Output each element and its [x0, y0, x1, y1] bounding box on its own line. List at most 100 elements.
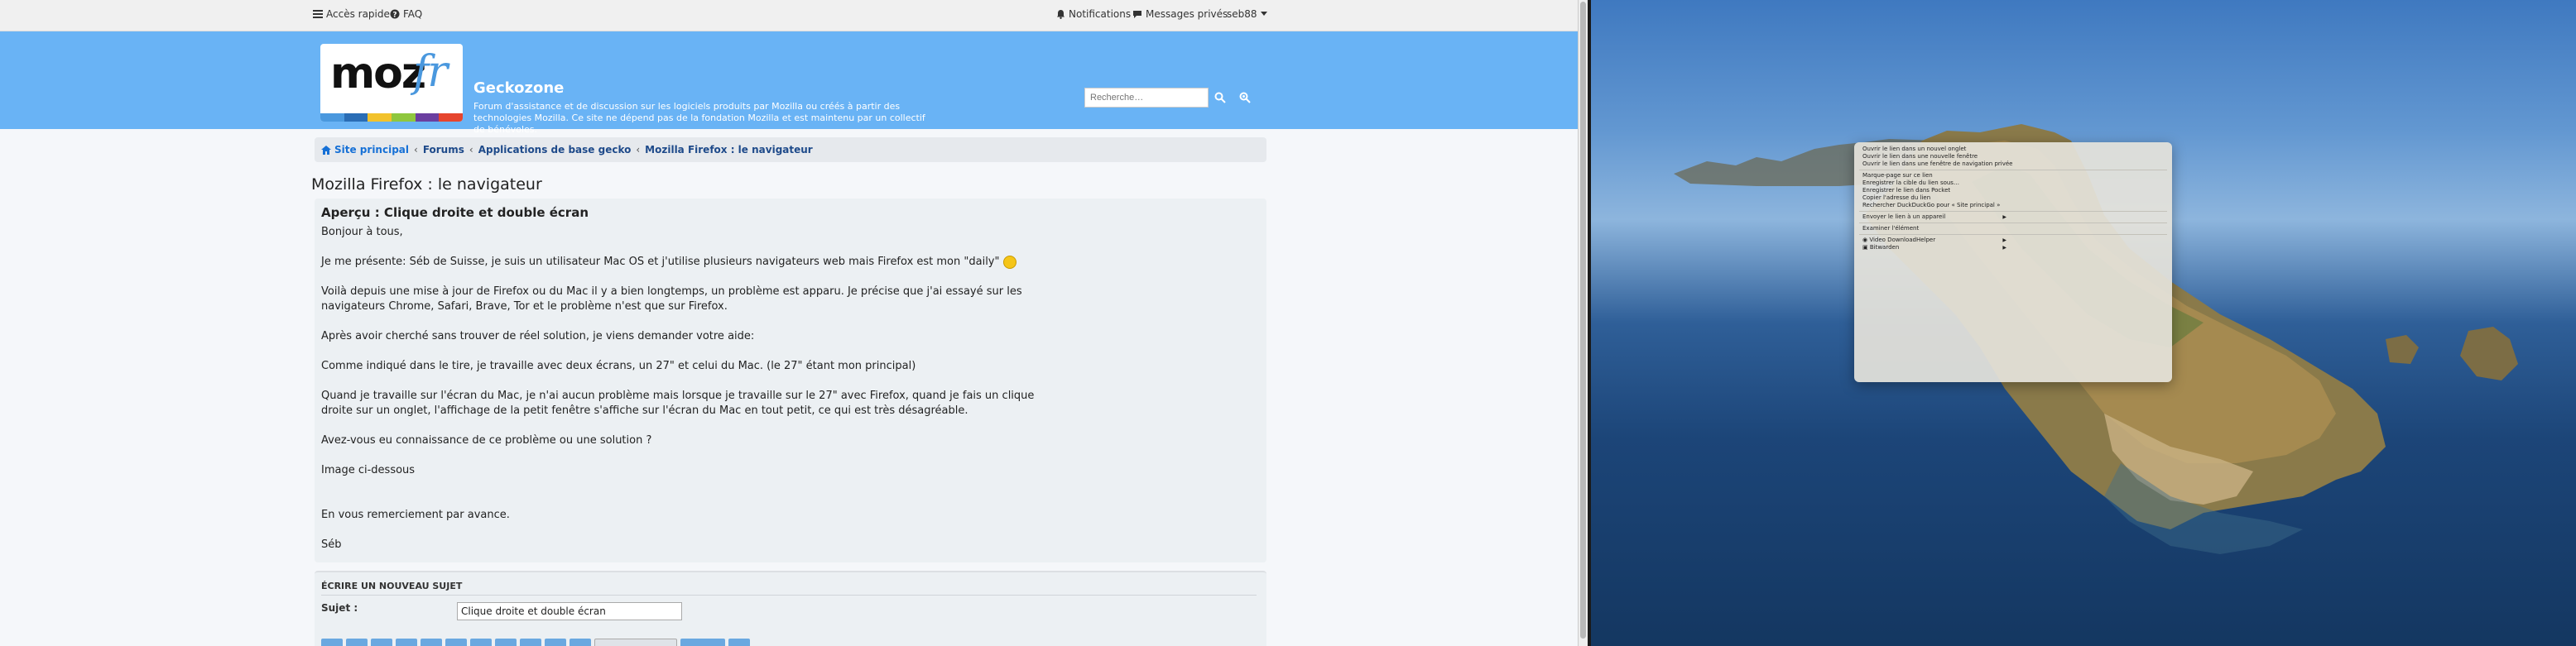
ctx-save-to-pocket[interactable]: Enregistrer le lien dans Pocket — [1854, 187, 2172, 194]
image-button[interactable] — [520, 639, 541, 646]
advanced-search-button[interactable] — [1235, 88, 1255, 108]
ctx-inspect-element[interactable]: Examiner l'élément — [1854, 225, 2172, 232]
font-size-select[interactable] — [594, 639, 677, 646]
search-button[interactable] — [1210, 88, 1230, 108]
home-icon — [321, 145, 331, 155]
more-button[interactable] — [728, 639, 750, 646]
username-label: seb88 — [1227, 8, 1257, 20]
post-paragraph: Après avoir cherché sans trouver de réel… — [321, 330, 755, 342]
ctx-open-new-tab[interactable]: Ouvrir le lien dans un nouvel onglet — [1854, 146, 2172, 153]
reply-heading: Écrire un nouveau sujet — [321, 581, 1257, 596]
search-icon — [1214, 92, 1226, 103]
browser-page: Accès rapide ? FAQ Notifications Message… — [0, 0, 1578, 646]
site-description: Forum d'assistance et de discussion sur … — [473, 101, 925, 135]
notifications-link[interactable]: Notifications — [1056, 8, 1131, 20]
post-paragraph: En vous remerciement par avance. — [321, 509, 510, 521]
post-paragraph: Voilà depuis une mise à jour de Firefox … — [321, 285, 1248, 314]
breadcrumb-home-label: Site principal — [334, 144, 409, 156]
quick-access-label: Accès rapide — [326, 8, 390, 20]
hamburger-icon — [313, 10, 323, 18]
subject-input[interactable] — [457, 602, 682, 620]
logo-stripe — [392, 113, 416, 122]
submenu-arrow-icon: ▶ — [2002, 237, 2006, 243]
ctx-bitwarden-label: Bitwarden — [1869, 244, 1900, 251]
screen: Accès rapide ? FAQ Notifications Message… — [0, 0, 2576, 646]
bell-icon — [1057, 10, 1065, 19]
post-paragraph-line: navigateurs Chrome, Safari, Brave, Tor e… — [321, 300, 728, 313]
ctx-save-link-as[interactable]: Enregistrer la cible du lien sous… — [1854, 179, 2172, 187]
breadcrumb-item-forums[interactable]: Forums — [423, 144, 464, 156]
media-button[interactable] — [680, 639, 725, 646]
svg-text:?: ? — [392, 12, 396, 20]
submenu-arrow-icon: ▶ — [2002, 214, 2006, 220]
ctx-video-downloadhelper-label: Video DownloadHelper — [1869, 237, 1936, 243]
logo-stripe — [320, 113, 344, 122]
ctx-open-new-window[interactable]: Ouvrir le lien dans une nouvelle fenêtre — [1854, 153, 2172, 160]
caret-down-icon — [1260, 12, 1267, 16]
breadcrumb-home[interactable]: Site principal — [321, 144, 409, 156]
bitwarden-icon: ▣ — [1862, 244, 1870, 251]
breadcrumb-item-gecko[interactable]: Applications de base gecko — [478, 144, 632, 156]
chat-bubble-icon — [1133, 10, 1141, 18]
logo-color-stripes — [320, 113, 463, 122]
user-menu[interactable]: seb88 — [1227, 8, 1267, 20]
ctx-send-to-device[interactable]: Envoyer le lien à un appareil ▶ — [1854, 213, 2172, 221]
ctx-search-duckduckgo[interactable]: Rechercher DuckDuckGo pour « Site princi… — [1854, 202, 2172, 209]
ctx-send-to-device-label: Envoyer le lien à un appareil — [1862, 213, 1946, 220]
ctx-separator — [1859, 234, 2167, 235]
question-icon: ? — [390, 9, 400, 19]
editor-toolbar — [321, 639, 750, 646]
context-menu: Ouvrir le lien dans un nouvel onglet Ouv… — [1854, 142, 2172, 382]
post-paragraph-line: droite sur un onglet, l'affichage de la … — [321, 404, 968, 417]
advanced-search-icon — [1239, 92, 1251, 103]
code-button[interactable] — [421, 639, 442, 646]
post-signature: Séb — [321, 538, 342, 551]
post-paragraph: Avez-vous eu connaissance de ce problème… — [321, 434, 652, 447]
underline-button[interactable] — [371, 639, 392, 646]
ordered-list-button[interactable] — [470, 639, 492, 646]
logo-text-main: moz — [330, 49, 426, 98]
search-input[interactable] — [1084, 88, 1209, 108]
logo-stripe — [368, 113, 392, 122]
post-title: Aperçu : Clique droite et double écran — [321, 205, 589, 220]
post-paragraph-line: Quand je travaille sur l'écran du Mac, j… — [321, 390, 1035, 402]
breadcrumb-separator: ‹ — [636, 144, 641, 156]
italic-button[interactable] — [346, 639, 368, 646]
logo-text-accent: fr — [413, 47, 448, 97]
submenu-arrow-icon: ▶ — [2002, 245, 2006, 251]
post-paragraph: Quand je travaille sur l'écran du Mac, j… — [321, 389, 1248, 419]
breadcrumb-separator: ‹ — [469, 144, 473, 156]
page-scrollbar-thumb[interactable] — [1580, 2, 1586, 639]
color-button[interactable] — [570, 639, 591, 646]
logo-stripe — [439, 113, 463, 122]
breadcrumb: Site principal ‹ Forums ‹ Applications d… — [315, 137, 1266, 162]
ctx-open-private-window[interactable]: Ouvrir le lien dans une fenêtre de navig… — [1854, 160, 2172, 168]
subject-label: Sujet : — [321, 602, 358, 614]
reply-form: Écrire un nouveau sujet Sujet : — [315, 571, 1266, 646]
ctx-bitwarden[interactable]: ▣ Bitwarden ▶ — [1854, 244, 2172, 251]
post-paragraph-line: Voilà depuis une mise à jour de Firefox … — [321, 285, 1022, 298]
ctx-separator — [1859, 211, 2167, 212]
ctx-bookmark-link[interactable]: Marque-page sur ce lien — [1854, 172, 2172, 179]
post-paragraph: Comme indiqué dans le tire, je travaille… — [321, 360, 916, 372]
breadcrumb-separator: ‹ — [414, 144, 418, 156]
ctx-video-downloadhelper[interactable]: ◉ Video DownloadHelper ▶ — [1854, 237, 2172, 244]
notifications-label: Notifications — [1069, 8, 1132, 20]
post-greeting: Bonjour à tous, — [321, 226, 403, 238]
breadcrumb-item-firefox[interactable]: Mozilla Firefox : le navigateur — [645, 144, 813, 156]
bold-button[interactable] — [321, 639, 343, 646]
page-title[interactable]: Mozilla Firefox : le navigateur — [311, 175, 542, 194]
list-button[interactable] — [445, 639, 467, 646]
quick-access-link[interactable]: Accès rapide — [313, 8, 390, 20]
post-paragraph-text: Je me présente: Séb de Suisse, je suis u… — [321, 256, 1000, 268]
site-header: moz fr Geckozone Forum d'assistance et d… — [0, 31, 1578, 135]
faq-link[interactable]: ? FAQ — [390, 8, 422, 20]
link-button[interactable] — [545, 639, 566, 646]
site-name[interactable]: Geckozone — [473, 79, 564, 97]
ctx-copy-link[interactable]: Copier l'adresse du lien — [1854, 194, 2172, 202]
site-logo[interactable]: moz fr — [320, 44, 463, 122]
private-messages-link[interactable]: Messages privés — [1132, 8, 1228, 20]
list-item-button[interactable] — [495, 639, 517, 646]
logo-stripe — [344, 113, 368, 122]
quote-button[interactable] — [396, 639, 417, 646]
